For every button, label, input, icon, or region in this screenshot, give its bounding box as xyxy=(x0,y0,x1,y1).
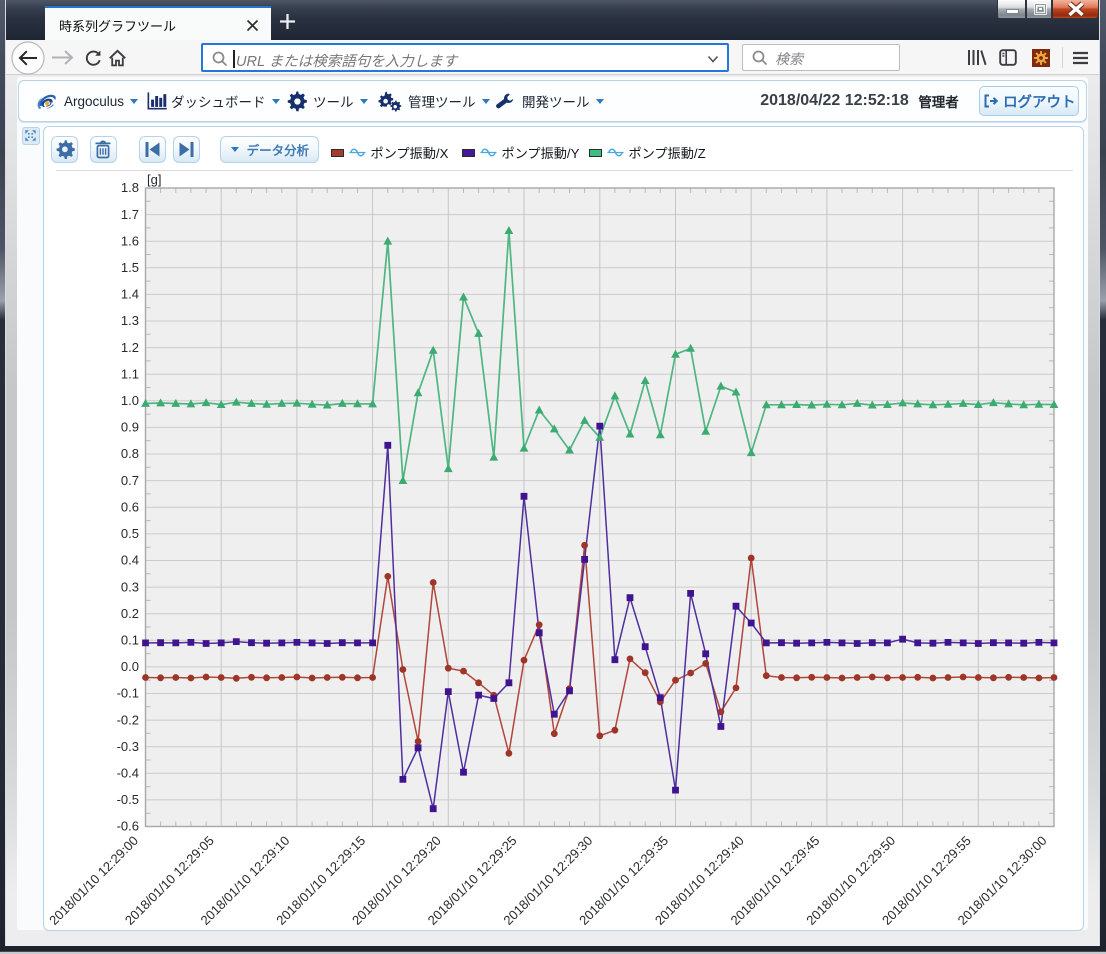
svg-text:-0.6: -0.6 xyxy=(117,819,139,834)
svg-text:1.7: 1.7 xyxy=(121,207,139,222)
svg-text:1.2: 1.2 xyxy=(121,340,139,355)
svg-text:1.6: 1.6 xyxy=(121,233,139,248)
svg-text:1.4: 1.4 xyxy=(121,287,139,302)
svg-text:0.7: 0.7 xyxy=(121,473,139,488)
svg-text:1.5: 1.5 xyxy=(121,260,139,275)
svg-text:1.8: 1.8 xyxy=(121,180,139,195)
svg-text:0.8: 0.8 xyxy=(121,446,139,461)
svg-text:[g]: [g] xyxy=(147,172,161,187)
svg-text:-0.4: -0.4 xyxy=(117,766,139,781)
svg-text:-0.3: -0.3 xyxy=(117,739,139,754)
svg-text:0.9: 0.9 xyxy=(121,420,139,435)
svg-text:0.0: 0.0 xyxy=(121,659,139,674)
svg-text:0.5: 0.5 xyxy=(121,526,139,541)
svg-text:1.3: 1.3 xyxy=(121,313,139,328)
svg-text:0.6: 0.6 xyxy=(121,499,139,514)
svg-text:-0.2: -0.2 xyxy=(117,712,139,727)
svg-text:1.0: 1.0 xyxy=(121,393,139,408)
svg-text:0.2: 0.2 xyxy=(121,606,139,621)
svg-text:-0.1: -0.1 xyxy=(117,686,139,701)
svg-text:0.3: 0.3 xyxy=(121,579,139,594)
svg-text:-0.5: -0.5 xyxy=(117,792,139,807)
svg-text:1.1: 1.1 xyxy=(121,366,139,381)
svg-text:0.4: 0.4 xyxy=(121,553,139,568)
svg-text:0.1: 0.1 xyxy=(121,633,139,648)
